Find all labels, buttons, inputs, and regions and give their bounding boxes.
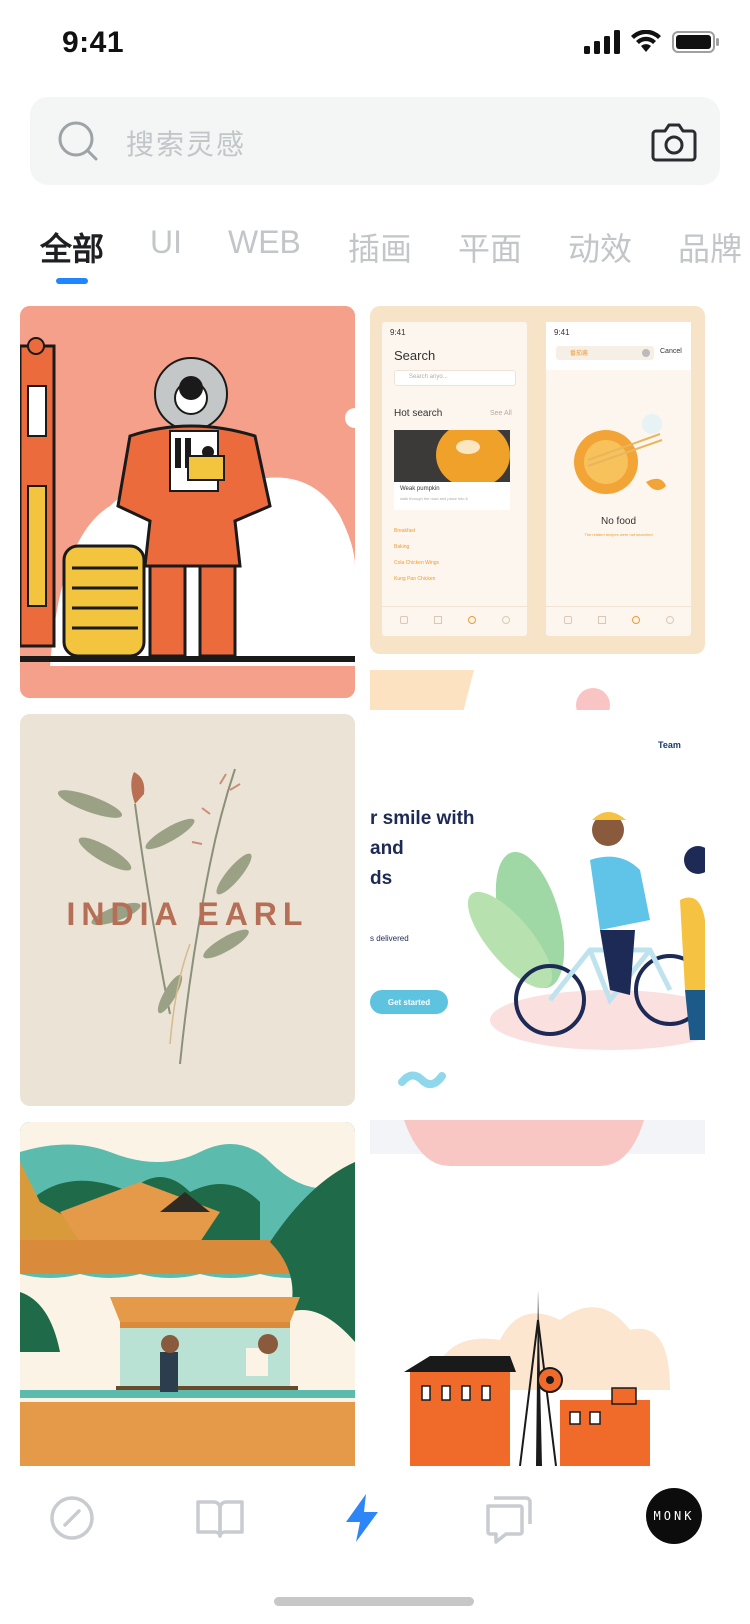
- screen-search-field: Search anyo...: [394, 370, 516, 386]
- link-baking: Baking: [394, 544, 410, 550]
- avatar[interactable]: MONK: [646, 1488, 702, 1544]
- link-cola-wings: Cola Chicken Wings: [394, 560, 440, 566]
- screen-search-placeholder: Search anyo...: [409, 374, 448, 380]
- tab-web[interactable]: WEB: [228, 224, 301, 261]
- wifi-icon: [631, 30, 661, 52]
- feed-card-landing[interactable]: Team r smile with and ds s delivered Get…: [370, 670, 705, 1120]
- hot-search-label: Hot search: [394, 408, 443, 419]
- item-desc: walk through the road and place into it: [400, 496, 468, 501]
- wave-shape: [398, 1071, 446, 1089]
- link-kung-pao: Kung Pao Chicken: [394, 576, 436, 582]
- get-started-button: Get started: [370, 990, 448, 1014]
- astronaut-illustration: [20, 306, 355, 698]
- beach-town-illustration: [20, 1122, 355, 1466]
- screen-search-field: 番茄酱: [556, 346, 654, 360]
- mini-user-icon: [666, 616, 674, 624]
- landing-nav: Team: [658, 740, 681, 750]
- tab-motion[interactable]: 动效: [568, 224, 632, 270]
- inspiration-feed: 9:41 Search Search anyo... Hot search Se…: [0, 306, 750, 1466]
- mini-search-icon: [468, 616, 476, 624]
- search-input[interactable]: 搜索灵感: [126, 123, 246, 163]
- mini-home-icon: [564, 616, 572, 624]
- empty-plate-illustration: [574, 414, 666, 494]
- cyclists-illustration: [467, 812, 705, 1050]
- feed-card-beach-town[interactable]: [20, 1122, 355, 1466]
- lightning-icon[interactable]: [334, 1490, 390, 1546]
- brand-text: INDIA EARL: [66, 896, 309, 932]
- category-tabs: 全部 UI WEB 插画 平面 动效 品牌: [0, 224, 750, 294]
- search-bar[interactable]: 搜索灵感: [30, 97, 720, 185]
- tab-graphic[interactable]: 平面: [458, 224, 522, 270]
- search-icon: [58, 121, 98, 161]
- item-title: Weak pumpkin: [400, 486, 440, 492]
- link-breakfast: Breakfast: [394, 528, 416, 534]
- tab-ui[interactable]: UI: [150, 224, 182, 261]
- camera-icon[interactable]: [650, 117, 698, 165]
- empty-desc: The related recipes were not searched: [584, 532, 653, 537]
- feed-card-skyline[interactable]: [370, 1120, 705, 1466]
- feed-card-food-app[interactable]: 9:41 Search Search anyo... Hot search Se…: [370, 306, 705, 654]
- bottom-tab-bar: MONK: [0, 1466, 750, 1624]
- compass-icon[interactable]: [44, 1490, 100, 1546]
- tab-illustration[interactable]: 插画: [348, 224, 412, 270]
- mini-home-icon: [400, 616, 408, 624]
- tab-brand[interactable]: 品牌: [678, 224, 742, 270]
- status-time: 9:41: [62, 26, 125, 59]
- status-icons: [584, 30, 720, 54]
- hot-search-card: Weak pumpkin walk through the road and p…: [394, 430, 510, 510]
- mini-grid-icon: [598, 616, 606, 624]
- mini-search-icon: [632, 616, 640, 624]
- feed-card-india-earl[interactable]: INDIA EARL: [20, 714, 355, 1106]
- status-bar: 9:41: [0, 0, 750, 90]
- app-screen-no-food: 9:41 番茄酱 Cancel No food The related reci…: [546, 322, 691, 636]
- landing-headline-2: and: [370, 838, 404, 859]
- battery-icon: [672, 31, 719, 53]
- feed-card-astronaut[interactable]: [20, 306, 355, 698]
- chat-icon[interactable]: [480, 1490, 536, 1546]
- cancel-label: Cancel: [660, 348, 682, 355]
- signal-icon: [584, 30, 620, 54]
- app-screen-search: 9:41 Search Search anyo... Hot search Se…: [382, 322, 527, 636]
- mini-grid-icon: [434, 616, 442, 624]
- tab-all[interactable]: 全部: [40, 224, 104, 270]
- screen-time: 9:41: [390, 328, 406, 337]
- landing-headline-1: r smile with: [370, 808, 475, 829]
- tab-indicator: [56, 278, 88, 284]
- mini-user-icon: [502, 616, 510, 624]
- screen-time: 9:41: [554, 328, 570, 337]
- see-all-label: See All: [490, 410, 512, 417]
- screen-title: Search: [394, 348, 436, 363]
- book-icon[interactable]: [192, 1490, 248, 1546]
- empty-title: No food: [600, 516, 637, 527]
- landing-headline-3: ds: [370, 868, 393, 889]
- home-indicator: [274, 1597, 474, 1606]
- skyline-illustration: [370, 1120, 705, 1466]
- screen-search-value: 番茄酱: [570, 351, 589, 357]
- pumpkin-photo: [394, 430, 510, 482]
- landing-subline: s delivered: [370, 934, 409, 943]
